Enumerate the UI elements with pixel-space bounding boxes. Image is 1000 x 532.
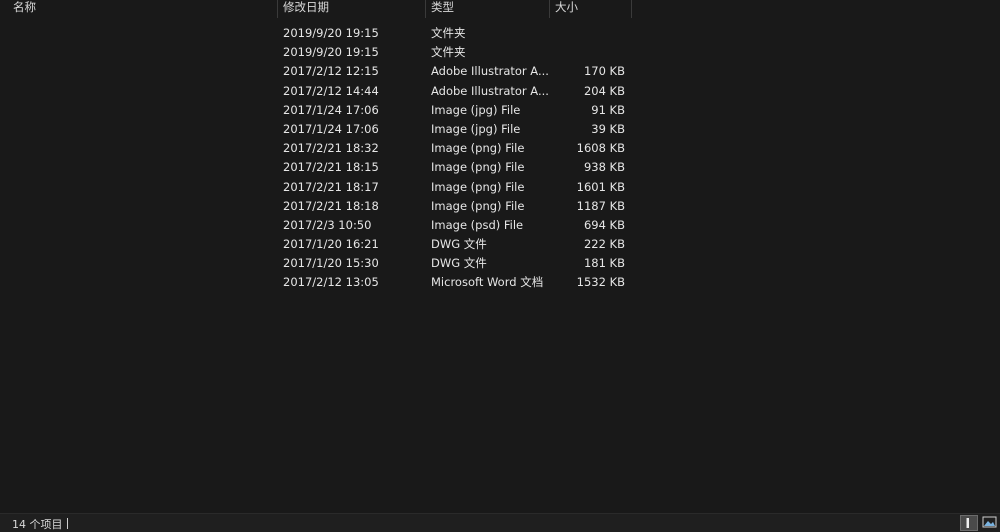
file-row[interactable]: W思路.docx2017/2/12 13:05Microsoft Word 文档… xyxy=(0,273,1000,292)
file-size: 1532 KB xyxy=(576,275,625,290)
file-date: 2017/2/3 10:50 xyxy=(283,217,372,232)
file-size: 39 KB xyxy=(591,121,625,136)
file-type: Adobe Illustrator A... xyxy=(431,83,549,98)
file-date: 2017/2/21 18:18 xyxy=(283,198,379,213)
file-type: DWG 文件 xyxy=(431,256,487,271)
file-size: 222 KB xyxy=(583,237,625,252)
file-type: 文件夹 xyxy=(431,45,466,60)
file-date: 2017/1/24 17:06 xyxy=(283,121,379,136)
file-type: Image (jpg) File xyxy=(431,102,521,117)
file-type: Image (png) File xyxy=(431,160,525,175)
file-date: 2017/1/20 15:30 xyxy=(283,256,379,271)
column-header: 名称 修改日期 类型 大小 xyxy=(0,0,1000,18)
file-type: Image (png) File xyxy=(431,198,525,213)
file-size: 1608 KB xyxy=(576,141,625,156)
file-row[interactable]: 竞赛场地cad及红线范围更新.dwg2017/1/20 16:21DWG 文件2… xyxy=(0,235,1000,254)
file-row[interactable]: 概念图.psd2017/2/3 10:50Image (psd) File694… xyxy=(0,216,1000,235)
file-row[interactable]: Ai1.ai2017/2/12 12:15Adobe Illustrator A… xyxy=(0,62,1000,81)
file-row[interactable]: 照片2019/9/20 19:15文件夹 xyxy=(0,43,1000,62)
status-bar: 14 个项目 xyxy=(0,513,1000,532)
file-date: 2017/2/12 14:44 xyxy=(283,83,379,98)
file-size: 204 KB xyxy=(583,83,625,98)
file-type: Image (jpg) File xyxy=(431,121,521,136)
file-explorer-window: 名称 修改日期 类型 大小 截图2019/9/20 19:15文件夹照片2019… xyxy=(0,0,1000,532)
file-type: Microsoft Word 文档 xyxy=(431,275,544,290)
file-row[interactable]: 方案1.png2017/2/21 18:15Image (png) File93… xyxy=(0,158,1000,177)
file-date: 2017/1/20 16:21 xyxy=(283,237,379,252)
file-size: 1187 KB xyxy=(576,198,625,213)
file-type: 文件夹 xyxy=(431,26,466,40)
details-view-icon xyxy=(966,518,969,528)
file-size: 91 KB xyxy=(591,102,625,117)
file-row[interactable]: 方案2.png2017/2/21 18:17Image (png) File16… xyxy=(0,178,1000,197)
file-type: Image (png) File xyxy=(431,179,525,194)
file-type: Image (png) File xyxy=(431,141,525,156)
file-size: 694 KB xyxy=(583,217,625,232)
file-row[interactable]: QQ截图20170221183232.png2017/2/21 18:32Ima… xyxy=(0,139,1000,158)
file-size: 938 KB xyxy=(583,160,625,175)
file-row[interactable]: 设计场地范围图（用cad2014以上版本打开）.d...2017/1/20 15… xyxy=(0,254,1000,273)
column-header-size[interactable]: 大小 xyxy=(550,0,632,18)
column-header-type[interactable]: 类型 xyxy=(426,0,550,18)
item-count: 14 个项目 xyxy=(12,518,63,531)
file-type: DWG 文件 xyxy=(431,237,487,252)
file-row[interactable]: Ai2.ai2017/2/12 14:44Adobe Illustrator A… xyxy=(0,82,1000,101)
file-row[interactable]: 截图2019/9/20 19:15文件夹 xyxy=(0,24,1000,43)
file-date: 2017/2/12 12:15 xyxy=(283,64,379,79)
file-size: 1601 KB xyxy=(576,179,625,194)
file-date: 2017/2/21 18:32 xyxy=(283,141,379,156)
large-icons-view-icon xyxy=(982,516,997,528)
file-date: 2019/9/20 19:15 xyxy=(283,45,379,60)
file-size: 181 KB xyxy=(583,256,625,271)
file-row[interactable]: 4cb69cbdda37991f84a5475c2410343b.jpg2017… xyxy=(0,101,1000,120)
column-header-date[interactable]: 修改日期 xyxy=(278,0,426,18)
status-divider xyxy=(67,518,68,529)
file-date: 2019/9/20 19:15 xyxy=(283,26,379,40)
large-icons-view-button[interactable] xyxy=(981,515,999,531)
file-date: 2017/2/21 18:15 xyxy=(283,160,379,175)
file-list: 截图2019/9/20 19:15文件夹照片2019/9/20 19:15文件夹… xyxy=(0,24,1000,293)
file-row[interactable]: 5d7415151fa91bc42eff6fd92f10b39b.jpg2017… xyxy=(0,120,1000,139)
file-row[interactable]: 方案3.png2017/2/21 18:18Image (png) File11… xyxy=(0,197,1000,216)
file-date: 2017/1/24 17:06 xyxy=(283,102,379,117)
file-date: 2017/2/21 18:17 xyxy=(283,179,379,194)
details-view-button[interactable] xyxy=(960,515,978,531)
file-size: 170 KB xyxy=(583,64,625,79)
file-type: Image (psd) File xyxy=(431,217,524,232)
file-date: 2017/2/12 13:05 xyxy=(283,275,379,290)
column-header-name[interactable]: 名称 xyxy=(8,0,278,18)
file-type: Adobe Illustrator A... xyxy=(431,64,549,79)
